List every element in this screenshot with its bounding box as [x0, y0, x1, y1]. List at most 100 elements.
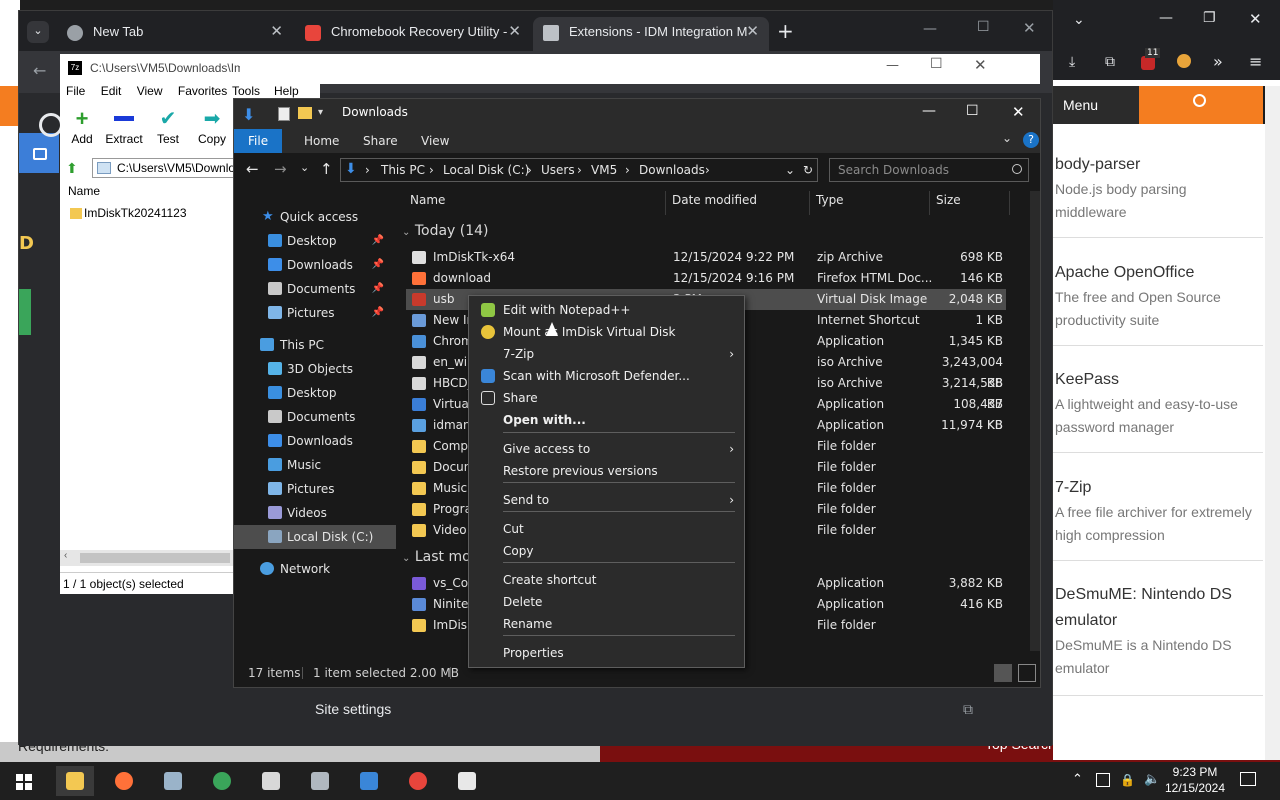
maximize-icon[interactable]: ☐ [977, 19, 990, 35]
site-search-button[interactable] [1139, 86, 1263, 124]
menu-view[interactable]: View [137, 84, 163, 98]
close-icon[interactable]: ✕ [1249, 10, 1262, 28]
table-row[interactable]: ImDiskTk-x64 12/15/2024 9:22 PM zip Archiv… [406, 247, 1006, 268]
copy-button[interactable]: ➡ Copy [190, 106, 234, 146]
help-icon[interactable]: ? [1023, 132, 1039, 148]
search-downloads-field[interactable]: Search Downloads [829, 158, 1029, 182]
menu-item-properties[interactable]: Properties [469, 642, 744, 664]
menu-file[interactable]: File [66, 84, 85, 98]
list-item[interactable]: KeePass A lightweight and easy-to-use pa… [1053, 353, 1263, 453]
7zip-path-field[interactable]: C:\Users\VM5\Downlo [92, 158, 240, 178]
7zip-minimize-icon[interactable]: — [886, 58, 899, 73]
column-type[interactable]: Type [810, 191, 930, 215]
expand-ribbon-icon[interactable]: ⌄ [1002, 131, 1012, 145]
taskbar-app[interactable] [399, 766, 437, 796]
tab-extensions[interactable]: Extensions - IDM Integration M ✕ [533, 17, 769, 51]
recent-dropdown-icon[interactable]: ⌄ [300, 161, 309, 174]
taskbar-app[interactable] [56, 766, 94, 796]
menu-item-cut[interactable]: Cut [469, 518, 744, 540]
extract-button[interactable]: Extract [102, 106, 146, 146]
new-tab-plus-icon[interactable]: + [777, 19, 794, 43]
taskbar-app[interactable] [350, 766, 388, 796]
back-icon[interactable]: ← [33, 61, 46, 80]
column-name[interactable]: Name [404, 191, 666, 215]
nav-documents-pc[interactable]: Documents [234, 405, 396, 429]
taskbar-app[interactable] [252, 766, 290, 796]
nav-documents[interactable]: Documents 📌 [234, 277, 396, 301]
nav-network[interactable]: Network [234, 557, 396, 581]
tab-search-button[interactable]: ⌄ [27, 21, 49, 43]
menu-item-send-to[interactable]: Send to › [469, 489, 744, 511]
collapse-icon[interactable]: ⌄ [402, 227, 410, 238]
tray-chevron-icon[interactable]: ⌃ [1072, 772, 1083, 787]
test-button[interactable]: ✔ Test [146, 106, 190, 146]
restore-icon[interactable]: ❐ [1203, 10, 1216, 26]
new-folder-icon[interactable] [298, 107, 312, 119]
nav-downloads-pc[interactable]: Downloads [234, 429, 396, 453]
tab-share[interactable]: Share [349, 129, 412, 153]
address-field[interactable]: ⬇ › This PC › Local Disk (C:) › Users › … [340, 158, 818, 182]
double-chevron-icon[interactable]: » [1213, 52, 1223, 71]
table-row[interactable]: download 12/15/2024 9:16 PM Firefox HTML D… [406, 268, 1006, 289]
volume-icon[interactable]: 🔈 [1144, 772, 1160, 787]
extension-puzzle-icon[interactable]: ⧉ [1105, 54, 1115, 70]
menu-item-restore-previous-versions[interactable]: Restore previous versions [469, 460, 744, 482]
taskbar-app[interactable] [105, 766, 143, 796]
list-item[interactable]: Apache OpenOffice The free and Open Sour… [1053, 246, 1263, 346]
minimize-icon[interactable]: — [922, 103, 936, 119]
list-item[interactable]: 7-Zip A free file archiver for extremely… [1053, 461, 1263, 561]
taskbar-app[interactable] [154, 766, 192, 796]
taskbar-clock[interactable]: 9:23 PM 12/15/2024 [1160, 764, 1230, 796]
hamburger-menu-icon[interactable]: ≡ [1249, 52, 1262, 71]
breadcrumb-downloads[interactable]: Downloads [639, 163, 705, 177]
menu-item-delete[interactable]: Delete [469, 591, 744, 613]
menu-item-create-shortcut[interactable]: Create shortcut [469, 569, 744, 591]
column-name-header[interactable]: Name [68, 184, 100, 198]
group-today[interactable]: ⌄ Today (14) [402, 223, 489, 239]
7zip-maximize-icon[interactable]: ☐ [930, 56, 943, 72]
quick-access-dropdown-icon[interactable]: ▾ [318, 107, 323, 118]
menu-item-give-access-to[interactable]: Give access to › [469, 438, 744, 460]
tab-view[interactable]: View [407, 129, 463, 153]
add-button[interactable]: + Add [60, 106, 104, 146]
tab-home[interactable]: Home [290, 129, 353, 153]
taskbar-app[interactable] [203, 766, 241, 796]
network-tray-icon[interactable] [1096, 773, 1110, 787]
up-folder-icon[interactable]: ⬆ [66, 160, 78, 177]
nav-music[interactable]: Music [234, 453, 396, 477]
idm-extension-icon[interactable] [1141, 56, 1155, 70]
scrollbar[interactable] [1265, 86, 1280, 760]
menu-tools[interactable]: Tools [232, 84, 260, 98]
close-tab-icon[interactable]: ✕ [508, 17, 521, 47]
download-icon[interactable]: ⤓ [1069, 54, 1075, 70]
breadcrumb-users[interactable]: Users [541, 163, 575, 177]
notifications-icon[interactable] [1240, 772, 1256, 786]
vertical-scrollbar[interactable] [1030, 191, 1040, 651]
menu-item-rename[interactable]: Rename [469, 613, 744, 635]
maximize-icon[interactable]: ☐ [966, 103, 979, 119]
taskbar-app[interactable] [448, 766, 486, 796]
nav-downloads[interactable]: Downloads 📌 [234, 253, 396, 277]
menu-item-edit-with-notepad[interactable]: Edit with Notepad++ [469, 299, 744, 321]
close-tab-icon[interactable]: ✕ [746, 17, 759, 47]
address-dropdown-icon[interactable]: ⌄ [785, 163, 795, 177]
nav-quick-access[interactable]: ★ Quick access [234, 205, 396, 229]
menu-item-share[interactable]: Share [469, 387, 744, 409]
column-date-modified[interactable]: Date modified [666, 191, 810, 215]
details-view-icon[interactable] [994, 664, 1012, 682]
tab-new-tab[interactable]: New Tab ✕ [57, 17, 293, 51]
tab-file[interactable]: File [234, 129, 283, 153]
horizontal-scrollbar[interactable]: ‹ [60, 550, 240, 566]
collapse-icon[interactable]: ⌄ [402, 553, 410, 564]
lock-icon[interactable]: 🔒 [1120, 773, 1135, 787]
close-tab-icon[interactable]: ✕ [270, 17, 283, 47]
site-settings-row[interactable]: Site settings ⧉ [297, 683, 997, 733]
back-arrow-icon[interactable]: ← [246, 160, 259, 178]
nav-desktop-pc[interactable]: Desktop [234, 381, 396, 405]
nav-desktop[interactable]: Desktop 📌 [234, 229, 396, 253]
group-last-month[interactable]: ⌄ Last mo [402, 549, 471, 565]
close-window-icon[interactable]: ✕ [1023, 19, 1036, 37]
minimize-icon[interactable]: — [923, 21, 937, 37]
list-item[interactable]: body-parser Node.js body parsing middlew… [1053, 138, 1263, 238]
menu-item-7-zip[interactable]: 7-Zip › [469, 343, 744, 365]
